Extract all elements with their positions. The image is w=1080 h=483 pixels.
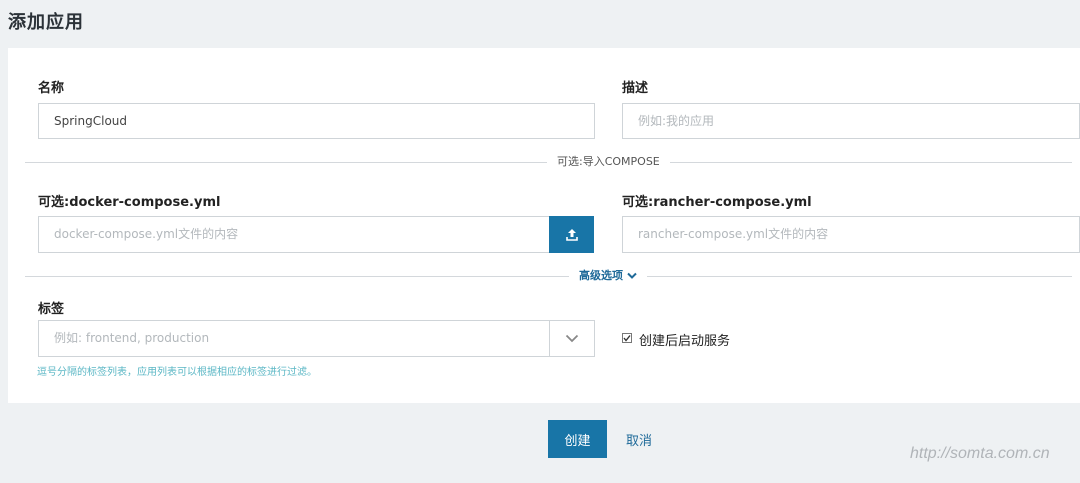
tags-label: 标签: [38, 302, 65, 317]
name-label: 名称: [38, 81, 65, 96]
docker-compose-label: 可选:docker-compose.yml: [38, 195, 221, 210]
check-icon: [623, 335, 631, 342]
rancher-compose-label: 可选:rancher-compose.yml: [622, 195, 812, 210]
advanced-options-label: 高级选项: [579, 269, 623, 282]
chevron-down-icon: [565, 334, 579, 343]
advanced-options-toggle[interactable]: 高级选项: [569, 269, 647, 283]
advanced-divider: [25, 276, 1072, 277]
start-after-create-checkbox[interactable]: [622, 333, 632, 343]
description-label: 描述: [622, 81, 649, 96]
import-divider-label: 可选:导入COMPOSE: [547, 155, 670, 169]
tags-input[interactable]: 例如: frontend, production: [38, 320, 550, 357]
cancel-button[interactable]: 取消: [626, 430, 652, 449]
docker-compose-textarea[interactable]: docker-compose.yml文件的内容: [38, 216, 550, 253]
description-input[interactable]: 例如:我的应用: [622, 103, 1080, 139]
name-input[interactable]: SpringCloud: [38, 103, 595, 139]
upload-icon: [565, 228, 578, 241]
page-title: 添加应用: [8, 12, 84, 33]
tags-help-text: 逗号分隔的标签列表，应用列表可以根据相应的标签进行过滤。: [37, 367, 317, 378]
rancher-compose-textarea[interactable]: rancher-compose.yml文件的内容: [622, 216, 1080, 253]
upload-button[interactable]: [549, 216, 594, 253]
create-button[interactable]: 创建: [548, 420, 607, 458]
start-after-create-label: 创建后启动服务: [639, 334, 731, 349]
tags-dropdown-button[interactable]: [549, 320, 595, 357]
chevron-down-icon: [627, 272, 637, 279]
watermark: http://somta.com.cn: [910, 445, 1050, 462]
